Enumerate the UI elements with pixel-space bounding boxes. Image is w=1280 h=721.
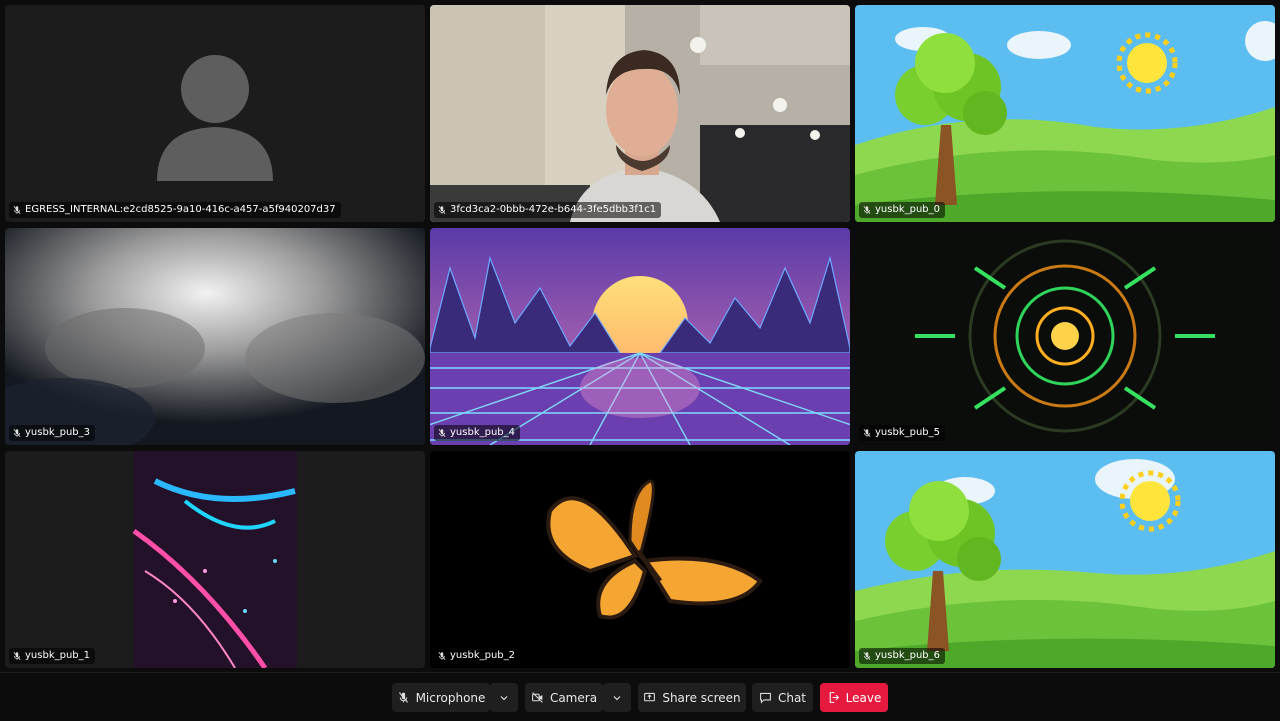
chevron-down-icon [613,695,621,700]
participant-tile-egress[interactable]: EGRESS_INTERNAL:e2cd8525-9a10-416c-a457-… [5,5,425,222]
camera-off-icon [532,692,543,703]
synthwave-video-feed [430,228,850,445]
tunnel-video-feed [855,228,1275,445]
cartoon-landscape-feed [855,5,1275,222]
participant-tile-pub0[interactable]: yusbk_pub_0 [855,5,1275,222]
microphone-options-dropdown[interactable] [490,683,518,712]
neon-portrait-feed [5,451,425,668]
leave-button[interactable]: Leave [820,683,888,712]
clouds-video-feed [5,228,425,445]
avatar-placeholder-icon [5,5,425,222]
camera-button[interactable]: Camera [525,683,603,712]
mic-muted-icon [862,428,872,438]
participant-tile-pub4[interactable]: yusbk_pub_4 [430,228,850,445]
participant-name-tag: EGRESS_INTERNAL:e2cd8525-9a10-416c-a457-… [9,202,341,218]
participant-name-tag: yusbk_pub_5 [859,425,945,441]
mic-muted-icon [862,205,872,215]
participant-tile-pub1[interactable]: yusbk_pub_1 [5,451,425,668]
mic-muted-icon [437,205,447,215]
microphone-button[interactable]: Microphone [392,683,490,712]
mic-muted-icon [12,428,22,438]
participant-name-tag: yusbk_pub_6 [859,648,945,664]
chat-icon [760,692,771,704]
participant-name-tag: yusbk_pub_2 [434,648,520,664]
butterfly-video-feed [430,451,850,668]
camera-video-feed [430,5,850,222]
mic-muted-icon [437,428,447,438]
chevron-down-icon [500,695,508,700]
participant-tile-pub3[interactable]: yusbk_pub_3 [5,228,425,445]
leave-icon [829,692,839,703]
mic-muted-icon [437,651,447,661]
share-screen-icon [644,692,656,702]
participant-grid: EGRESS_INTERNAL:e2cd8525-9a10-416c-a457-… [0,0,1280,672]
participant-name-tag: yusbk_pub_4 [434,425,520,441]
mic-muted-icon [862,651,872,661]
camera-options-dropdown[interactable] [603,683,631,712]
cartoon-landscape-feed [855,451,1275,668]
participant-tile-pub5[interactable]: yusbk_pub_5 [855,228,1275,445]
participant-tile-camera[interactable]: 3fcd3ca2-0bbb-472e-b644-3fe5dbb3f1c1 [430,5,850,222]
participant-name-tag: yusbk_pub_0 [859,202,945,218]
mic-muted-icon [12,651,22,661]
participant-name-tag: 3fcd3ca2-0bbb-472e-b644-3fe5dbb3f1c1 [434,202,662,218]
mic-muted-icon [12,205,22,215]
participant-name-tag: yusbk_pub_3 [9,425,95,441]
share-screen-button[interactable]: Share screen [638,683,746,712]
participant-tile-pub6[interactable]: yusbk_pub_6 [855,451,1275,668]
participant-name-tag: yusbk_pub_1 [9,648,95,664]
control-bar: Microphone Camera Share screen Chat Leav… [0,672,1280,721]
mic-muted-icon [397,691,410,704]
participant-tile-pub2[interactable]: yusbk_pub_2 [430,451,850,668]
chat-button[interactable]: Chat [752,683,813,712]
